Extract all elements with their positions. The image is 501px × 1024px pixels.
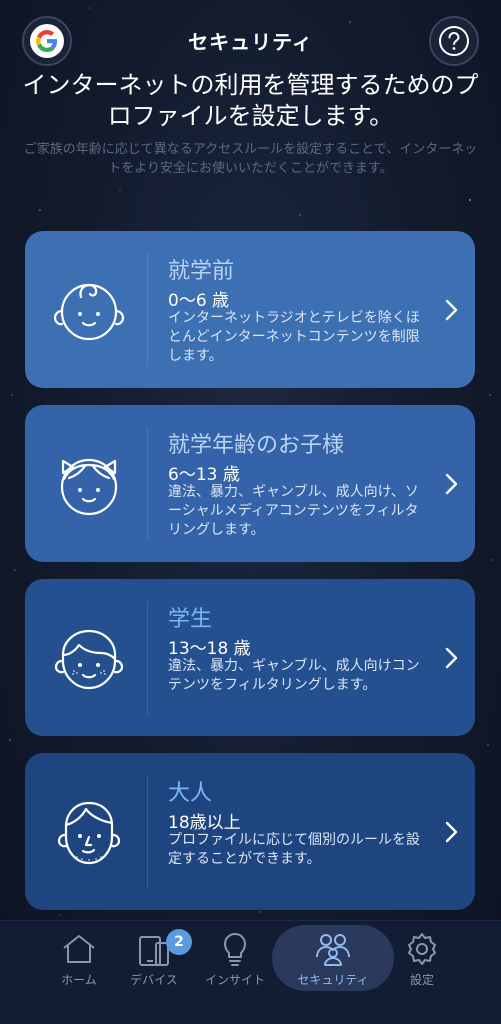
profile-card-adult[interactable]: 大人 18歳以上 プロファイルに応じて個別のルールを設定することができます。	[25, 753, 475, 910]
card-divider	[147, 253, 148, 366]
nav-insights-label: インサイト	[204, 973, 265, 987]
card-divider	[147, 775, 148, 888]
profile-description: プロファイルに応じて個別のルールを設定することができます。	[168, 832, 420, 867]
profile-description: インターネットラジオとテレビを除くほとんどインターネットコンテンツを制限します。	[168, 310, 420, 364]
page-title: セキュリティ	[188, 30, 313, 54]
family-icon	[316, 934, 350, 966]
intro-description: ご家族の年齢に応じて異なるアクセスルールを設定することで、インターネットをより安…	[23, 142, 478, 176]
nav-home[interactable]: ホーム	[39, 929, 119, 1001]
nav-settings[interactable]: 設定	[382, 929, 462, 1001]
intro-headline: インターネットの利用を管理するためのプロファイルを設定します。	[22, 71, 479, 130]
profile-card-preschool[interactable]: 就学前 0〜6 歳 インターネットラジオとテレビを除くほとんどインターネットコン…	[25, 231, 475, 388]
chevron-right-icon	[445, 473, 458, 495]
teen-face-icon	[54, 629, 124, 690]
baby-face-icon	[53, 283, 125, 341]
profile-age: 0〜6 歳	[168, 291, 230, 311]
profile-age: 18歳以上	[168, 813, 241, 833]
profile-name: 就学前	[168, 259, 235, 284]
devices-count-badge: 2	[166, 929, 192, 955]
profile-name: 大人	[168, 781, 213, 806]
help-icon	[439, 26, 469, 56]
gear-icon	[408, 933, 436, 965]
card-divider	[147, 601, 148, 714]
header: セキュリティ	[0, 0, 501, 80]
profile-name: 学生	[168, 607, 213, 632]
profile-name: 就学年齢のお子様	[168, 433, 345, 458]
card-divider	[147, 427, 148, 540]
help-button[interactable]	[429, 16, 479, 66]
bottom-navigation: ホーム 2 デバイス インサイト セキュリティ 設定	[0, 920, 501, 1024]
profile-age: 6〜13 歳	[168, 465, 240, 485]
profile-age: 13〜18 歳	[168, 639, 251, 659]
adult-face-icon	[57, 801, 121, 865]
nav-security-label: セキュリティ	[297, 973, 369, 987]
home-icon	[63, 935, 95, 963]
chevron-right-icon	[445, 821, 458, 843]
nav-devices-label: デバイス	[130, 973, 178, 987]
profile-description: 違法、暴力、ギャンブル、成人向け、ソーシャルメディアコンテンツをフィルタリングし…	[168, 484, 419, 538]
lightbulb-icon	[224, 933, 246, 966]
profile-card-school-age[interactable]: 就学年齢のお子様 6〜13 歳 違法、暴力、ギャンブル、成人向け、ソーシャルメデ…	[25, 405, 475, 562]
nav-settings-label: 設定	[409, 973, 434, 987]
nav-security[interactable]: セキュリティ	[272, 925, 394, 991]
chevron-right-icon	[445, 647, 458, 669]
nav-insights[interactable]: インサイト	[195, 929, 275, 1001]
profile-description: 違法、暴力、ギャンブル、成人向けコンテンツをフィルタリングします。	[168, 658, 420, 693]
profile-card-student[interactable]: 学生 13〜18 歳 違法、暴力、ギャンブル、成人向けコンテンツをフィルタリング…	[25, 579, 475, 736]
child-face-icon	[60, 458, 118, 516]
chevron-right-icon	[445, 299, 458, 321]
nav-home-label: ホーム	[61, 973, 97, 987]
nav-devices[interactable]: 2 デバイス	[114, 929, 194, 1001]
